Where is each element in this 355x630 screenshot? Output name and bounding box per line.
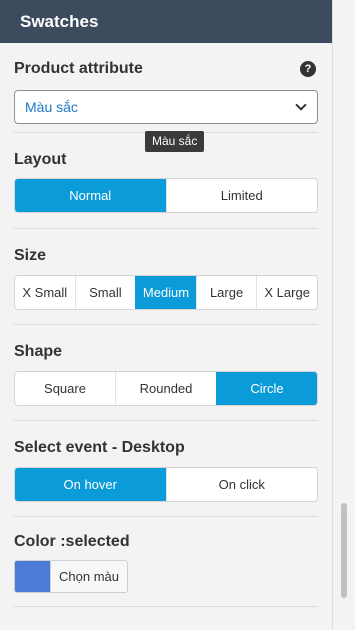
panel-scrollbar[interactable] — [337, 0, 351, 630]
help-icon[interactable]: ? — [300, 61, 316, 77]
panel-header: Swatches — [0, 0, 332, 43]
product-attribute-section: Product attribute ? Màu sắc — [14, 43, 318, 133]
scrollbar-thumb[interactable] — [341, 503, 347, 598]
chevron-down-icon — [295, 99, 307, 111]
swatches-panel: Swatches Product attribute ? Màu sắc Màu… — [0, 0, 333, 630]
select-tooltip: Màu sắc — [145, 131, 205, 152]
layout-option-limited[interactable]: Limited — [165, 179, 318, 212]
product-attribute-select[interactable]: Màu sắc — [14, 90, 318, 124]
product-attribute-label: Product attribute — [14, 60, 143, 77]
shape-section: Shape Square Rounded Circle — [14, 325, 318, 421]
shape-option-circle[interactable]: Circle — [216, 372, 317, 405]
color-picker-button[interactable]: Chọn màu — [14, 560, 128, 593]
select-event-segmented-control: On hover On click — [14, 467, 318, 502]
panel-title: Swatches — [20, 12, 99, 31]
shape-option-rounded[interactable]: Rounded — [115, 372, 216, 405]
size-segmented-control: X Small Small Medium Large X Large — [14, 275, 318, 310]
select-event-option-on-click[interactable]: On click — [165, 468, 318, 501]
size-option-small[interactable]: Small — [74, 276, 136, 309]
size-option-x-small[interactable]: X Small — [15, 276, 75, 309]
select-event-label: Select event - Desktop — [14, 439, 185, 456]
shape-label: Shape — [14, 343, 63, 360]
size-option-large[interactable]: Large — [195, 276, 257, 309]
select-event-section: Select event - Desktop On hover On click — [14, 421, 318, 517]
size-option-x-large[interactable]: X Large — [256, 276, 317, 309]
layout-segmented-control: Normal Limited — [14, 178, 318, 213]
color-swatch[interactable] — [15, 561, 50, 592]
color-selected-label: Color :selected — [14, 533, 130, 550]
color-selected-section: Color :selected Chọn màu — [14, 517, 318, 607]
layout-option-normal[interactable]: Normal — [15, 179, 166, 212]
shape-segmented-control: Square Rounded Circle — [14, 371, 318, 406]
size-section: Size X Small Small Medium Large X Large — [14, 229, 318, 325]
color-picker-label: Chọn màu — [50, 561, 127, 592]
product-attribute-value: Màu sắc — [25, 99, 78, 115]
size-label: Size — [14, 247, 47, 264]
size-option-medium[interactable]: Medium — [135, 276, 196, 309]
select-event-option-on-hover[interactable]: On hover — [15, 468, 166, 501]
layout-label: Layout — [14, 151, 67, 168]
shape-option-square[interactable]: Square — [15, 372, 115, 405]
